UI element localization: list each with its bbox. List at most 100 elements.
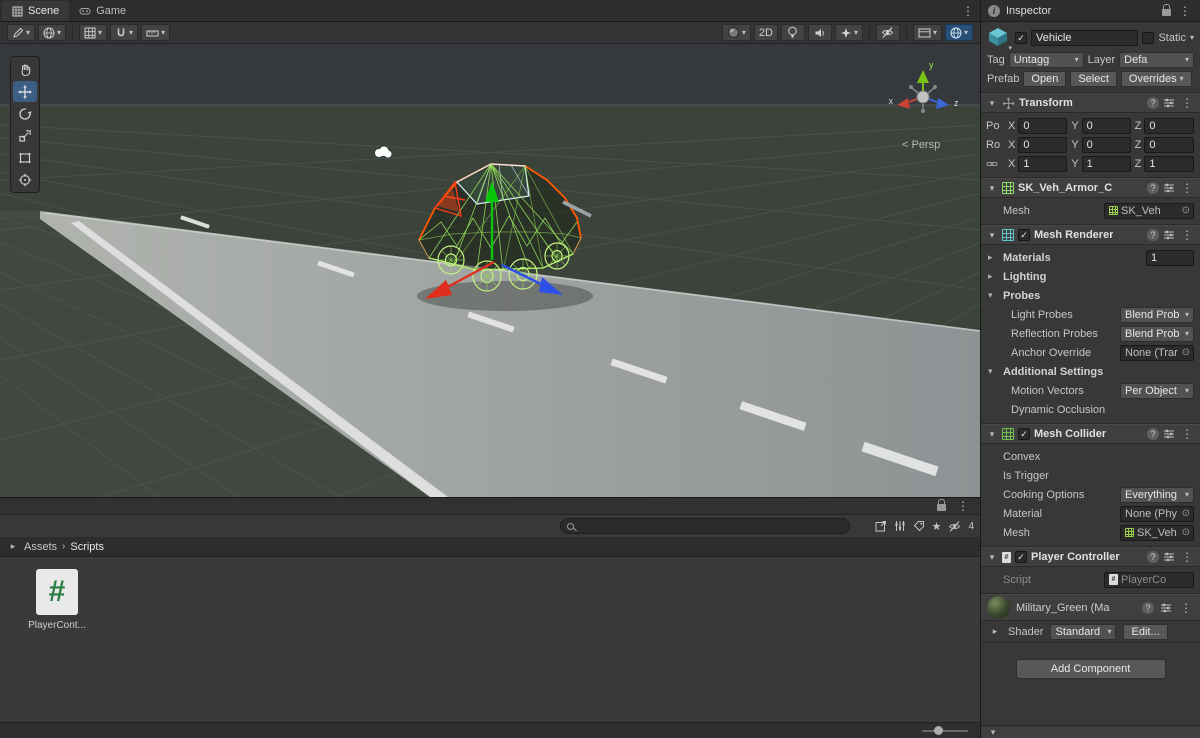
static-dropdown-caret[interactable]: ▾ (1190, 34, 1194, 42)
help-icon[interactable]: ? (1147, 229, 1159, 241)
mesh-filter-component-header[interactable]: ▾ SK_Veh_Armor_C ? ⋮ (981, 178, 1200, 198)
prefab-select-button[interactable]: Select (1070, 70, 1117, 87)
mesh-renderer-component-header[interactable]: ▾ ✓ Mesh Renderer ? ⋮ (981, 225, 1200, 245)
motion-vectors-dropdown[interactable]: Per Object ▾ (1120, 382, 1194, 399)
presets-icon[interactable] (1163, 97, 1175, 109)
kebab-menu-icon[interactable]: ⋮ (1179, 228, 1195, 242)
search-input[interactable] (578, 520, 843, 532)
anchor-override-field[interactable]: None (Trar ⊙ (1120, 344, 1194, 361)
probes-row[interactable]: ▾ Probes (981, 286, 1200, 305)
presets-icon[interactable] (1163, 428, 1175, 440)
snap-increment-button[interactable]: ▾ (141, 24, 171, 41)
collider-mesh-field[interactable]: SK_Veh ⊙ (1120, 524, 1194, 541)
object-picker-icon[interactable]: ⊙ (1182, 205, 1190, 216)
additional-settings-row[interactable]: ▾ Additional Settings (981, 362, 1200, 381)
projection-label[interactable]: < Persp (902, 139, 940, 151)
mesh-object-field[interactable]: SK_Veh ⊙ (1104, 202, 1194, 219)
gameobject-cube-icon[interactable]: ▾ (987, 27, 1012, 52)
tag-dropdown[interactable]: Untagg ▾ (1008, 51, 1084, 68)
scene-window-kebab-icon[interactable]: ⋮ (960, 4, 976, 18)
preview-foldout-icon[interactable]: ▾ (987, 727, 999, 738)
presets-icon[interactable] (1163, 182, 1175, 194)
scene-canvas[interactable]: y x z < Persp (0, 44, 980, 497)
lighting-toggle-button[interactable] (780, 24, 805, 41)
mode-2d-button[interactable]: 2D (753, 24, 778, 41)
preview-pane-handle[interactable]: ▾ (981, 725, 1200, 738)
scale-tool-button[interactable] (13, 125, 37, 146)
foldout-icon[interactable]: ▸ (988, 271, 993, 282)
layer-dropdown[interactable]: Defa ▾ (1119, 51, 1194, 68)
help-icon[interactable]: ? (1147, 97, 1159, 109)
scale-z-field[interactable] (1144, 155, 1194, 172)
tool-settings-button[interactable]: ▾ (7, 24, 36, 41)
help-icon[interactable]: ? (1147, 182, 1159, 194)
kebab-menu-icon[interactable]: ⋮ (1179, 550, 1195, 564)
tab-game[interactable]: Game (69, 1, 136, 21)
foldout-icon[interactable]: ▸ (988, 252, 993, 263)
open-asset-icon[interactable] (875, 520, 887, 532)
scale-link-icon[interactable] (986, 158, 1004, 170)
scale-x-field[interactable] (1018, 155, 1068, 172)
rotation-x-field[interactable] (1018, 136, 1068, 153)
audio-toggle-button[interactable] (807, 24, 832, 41)
object-picker-icon[interactable]: ⊙ (1182, 347, 1190, 358)
favorites-star-icon[interactable]: ★ (932, 520, 942, 533)
transform-tool-button[interactable] (13, 169, 37, 190)
position-y-field[interactable] (1081, 117, 1131, 134)
gizmo-center-sphere[interactable] (916, 90, 930, 104)
effects-toggle-button[interactable]: ▾ (834, 24, 863, 41)
script-object-field[interactable]: # PlayerCo (1104, 571, 1194, 588)
foldout-icon[interactable]: ▾ (986, 183, 998, 194)
label-tag-icon[interactable] (913, 520, 925, 532)
reflection-probes-dropdown[interactable]: Blend Prob ▾ (1120, 325, 1194, 342)
shader-dropdown[interactable]: Standard ▾ (1050, 623, 1117, 640)
foldout-icon[interactable]: ▾ (986, 230, 998, 241)
gameobject-name-field[interactable] (1031, 30, 1139, 46)
camera-settings-button[interactable]: ▾ (912, 24, 942, 41)
cooking-options-dropdown[interactable]: Everything ▾ (1120, 486, 1194, 503)
move-tool-button[interactable] (13, 81, 37, 102)
lighting-row[interactable]: ▸ Lighting (981, 267, 1200, 286)
asset-grid[interactable]: # PlayerCont... (0, 557, 980, 722)
kebab-menu-icon[interactable]: ⋮ (1179, 181, 1195, 195)
search-box[interactable] (560, 518, 850, 534)
inspector-kebab-icon[interactable]: ⋮ (1177, 4, 1193, 18)
rotation-z-field[interactable] (1144, 136, 1194, 153)
presets-icon[interactable] (1163, 551, 1175, 563)
gizmos-toggle-button[interactable]: ▾ (944, 24, 973, 41)
help-icon[interactable]: ? (1147, 551, 1159, 563)
static-checkbox[interactable] (1142, 32, 1155, 44)
help-icon[interactable]: ? (1147, 428, 1159, 440)
handle-orientation-button[interactable]: ▾ (38, 24, 67, 41)
edit-shader-button[interactable]: Edit... (1123, 623, 1168, 640)
position-z-field[interactable] (1144, 117, 1194, 134)
kebab-menu-icon[interactable]: ⋮ (1179, 96, 1195, 110)
foldout-icon[interactable]: ▾ (988, 290, 993, 301)
scene-visibility-button[interactable] (875, 24, 900, 41)
sliders-icon[interactable] (894, 520, 906, 532)
light-probes-dropdown[interactable]: Blend Prob ▾ (1120, 306, 1194, 323)
thumbnail-size-slider[interactable] (922, 726, 968, 735)
scene-viewport[interactable]: y x z < Persp (0, 44, 980, 497)
presets-icon[interactable] (1160, 602, 1172, 614)
scale-y-field[interactable] (1081, 155, 1131, 172)
grid-snapping-button[interactable]: ▾ (79, 24, 108, 41)
collapse-arrow-icon[interactable]: ▸ (7, 541, 19, 552)
foldout-icon[interactable]: ▾ (986, 98, 998, 109)
breadcrumb-current[interactable]: Scripts (70, 541, 104, 553)
active-checkbox[interactable]: ✓ (1015, 32, 1027, 44)
asset-item[interactable]: # PlayerCont... (26, 569, 88, 631)
lock-icon[interactable] (1162, 3, 1171, 16)
lock-icon[interactable] (937, 499, 946, 511)
kebab-menu-icon[interactable]: ⋮ (1179, 427, 1195, 441)
hidden-eye-icon[interactable] (948, 520, 961, 533)
position-x-field[interactable] (1018, 117, 1068, 134)
breadcrumb-root[interactable]: Assets (24, 541, 57, 553)
object-picker-icon[interactable]: ⊙ (1182, 527, 1190, 538)
rect-tool-button[interactable] (13, 147, 37, 168)
transform-component-header[interactable]: ▾ Transform ? ⋮ (981, 93, 1200, 113)
object-picker-icon[interactable]: ⊙ (1182, 508, 1190, 519)
physic-material-field[interactable]: None (Phy ⊙ (1120, 505, 1194, 522)
slider-knob[interactable] (934, 726, 943, 735)
kebab-menu-icon[interactable]: ⋮ (1178, 601, 1194, 615)
